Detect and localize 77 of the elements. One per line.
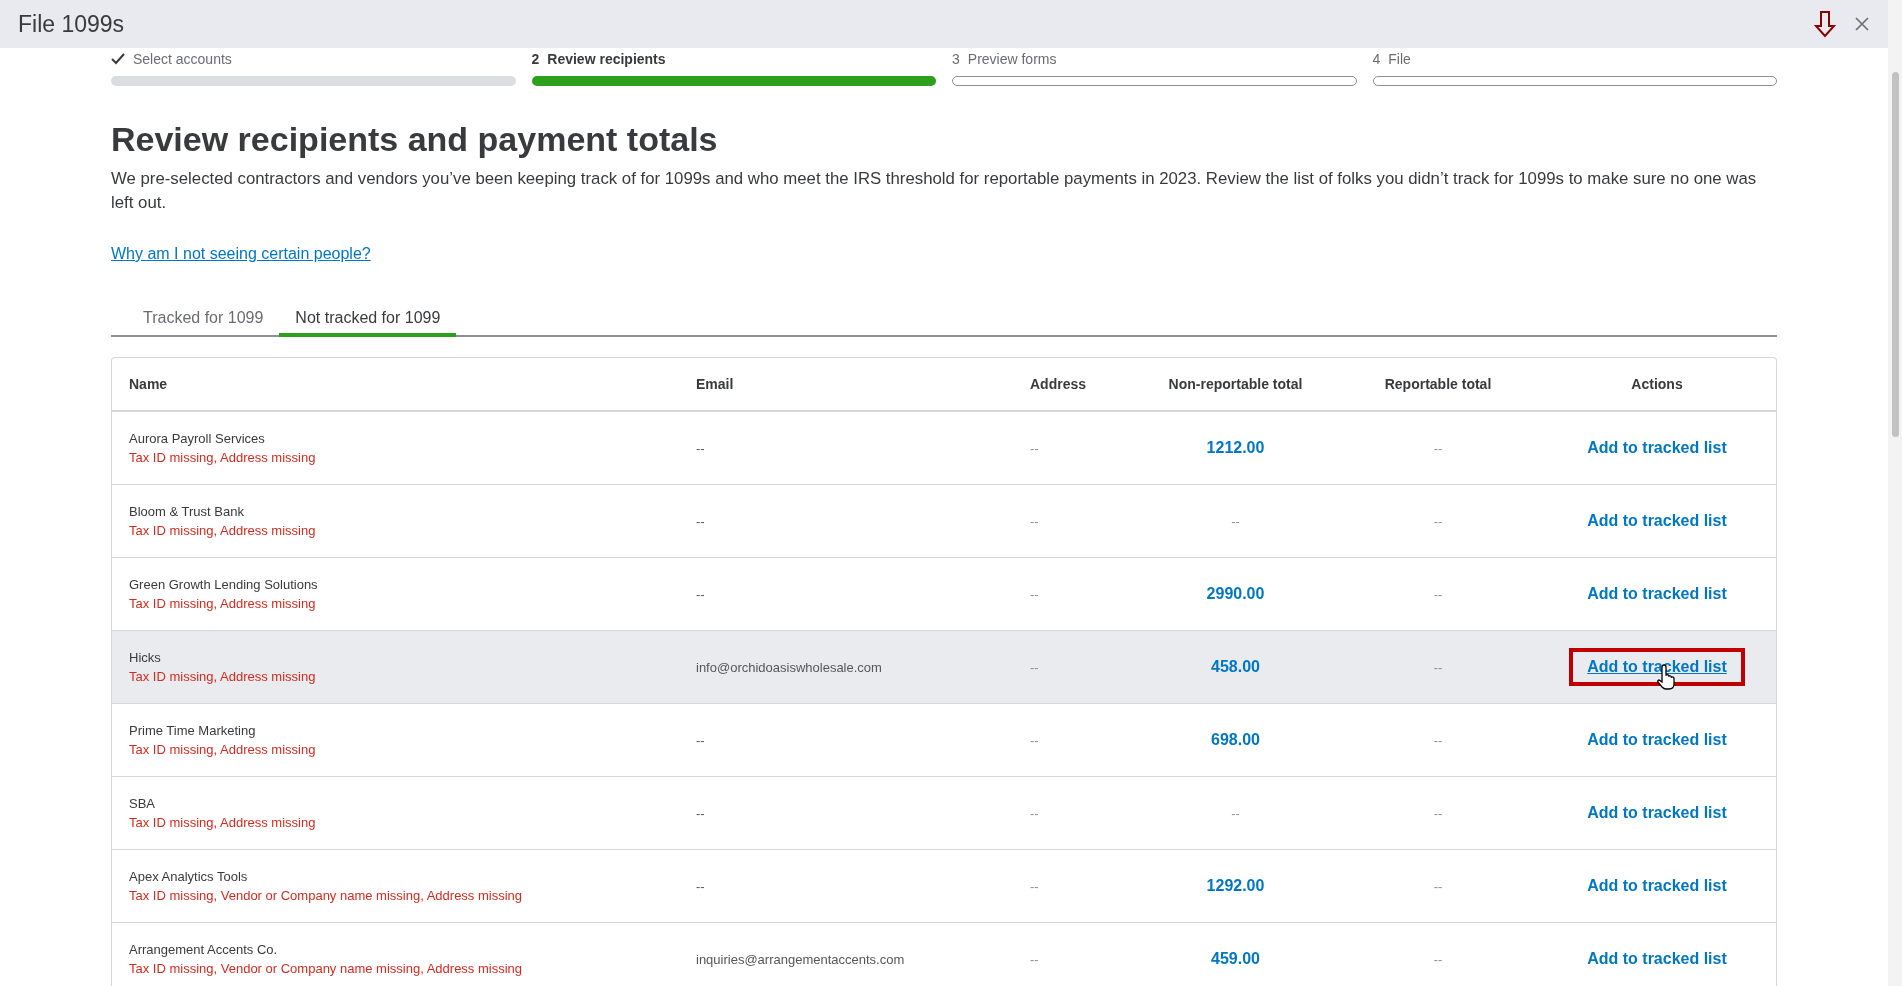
address-cell: -- — [1030, 513, 1039, 529]
email-cell: -- — [696, 878, 705, 894]
add-to-tracked-link[interactable]: Add to tracked list — [1569, 575, 1745, 613]
reportable-cell: -- — [1433, 513, 1443, 529]
add-to-tracked-link[interactable]: Add to tracked list — [1569, 721, 1745, 759]
recipient-name: SBA — [129, 796, 155, 811]
reportable-cell: -- — [1433, 586, 1443, 602]
missing-info-warning: Tax ID missing, Vendor or Company name missing, Address missing — [129, 888, 523, 903]
amount-link[interactable]: 458.00 — [1211, 658, 1260, 676]
email-cell: -- — [696, 513, 705, 529]
column-header: Name — [128, 376, 169, 392]
amount-cell: -- — [1231, 805, 1240, 821]
address-cell: -- — [1030, 805, 1039, 821]
recipient-name: Hicks — [129, 650, 161, 665]
column-header: Non-reportable total — [1167, 376, 1304, 392]
column-header: Reportable total — [1383, 376, 1493, 392]
address-cell: -- — [1030, 440, 1039, 456]
recipient-name: Bloom & Trust Bank — [129, 504, 244, 519]
amount-link[interactable]: 1212.00 — [1206, 439, 1265, 457]
email-cell: -- — [696, 440, 705, 456]
add-to-tracked-link[interactable]: Add to tracked list — [1569, 502, 1745, 540]
close-icon[interactable] — [1854, 16, 1870, 32]
step-label: File — [1388, 51, 1411, 67]
missing-info-warning: Tax ID missing, Vendor or Company name missing, Address missing — [129, 961, 523, 976]
address-cell: -- — [1030, 586, 1039, 602]
missing-info-warning: Tax ID missing, Address missing — [129, 815, 316, 830]
missing-info-warning: Tax ID missing, Address missing — [129, 596, 316, 611]
recipient-name: Apex Analytics Tools — [129, 869, 248, 884]
reportable-cell: -- — [1433, 659, 1443, 675]
download-icon[interactable] — [1814, 10, 1836, 38]
email-cell: inquiries@arrangementaccents.com — [696, 951, 905, 967]
step-label: Review recipients — [547, 51, 666, 67]
missing-info-warning: Tax ID missing, Address missing — [129, 669, 316, 684]
email-cell: -- — [696, 805, 705, 821]
reportable-cell: -- — [1433, 732, 1443, 748]
address-cell: -- — [1030, 659, 1039, 675]
email-cell: -- — [696, 586, 705, 602]
help-link[interactable]: Why am I not seeing certain people? — [111, 245, 371, 263]
reportable-cell: -- — [1433, 878, 1443, 894]
amount-link[interactable]: 459.00 — [1211, 950, 1260, 968]
reportable-cell: -- — [1433, 951, 1443, 967]
add-to-tracked-link[interactable]: Add to tracked list — [1569, 429, 1745, 467]
add-to-tracked-link[interactable]: Add to tracked list — [1569, 867, 1745, 905]
recipient-name: Green Growth Lending Solutions — [129, 577, 318, 592]
email-cell: info@orchidoasiswholesale.com — [696, 659, 882, 675]
missing-info-warning: Tax ID missing, Address missing — [129, 523, 316, 538]
reportable-cell: -- — [1433, 440, 1443, 456]
amount-link[interactable]: 698.00 — [1211, 731, 1260, 749]
window-title: File 1099s — [18, 10, 126, 38]
recipient-name: Arrangement Accents Co. — [129, 942, 278, 957]
address-cell: -- — [1030, 951, 1039, 967]
column-header: Address — [1029, 376, 1088, 392]
step-number: 3 — [952, 51, 960, 67]
add-to-tracked-link[interactable]: Add to tracked list — [1569, 794, 1745, 832]
recipient-name: Aurora Payroll Services — [129, 431, 265, 446]
column-header: Actions — [1630, 376, 1684, 392]
amount-cell: -- — [1231, 513, 1240, 529]
address-cell: -- — [1030, 732, 1039, 748]
tab[interactable]: Tracked for 1099 — [127, 303, 280, 337]
page-heading: Review recipients and payment totals — [111, 120, 719, 159]
address-cell: -- — [1030, 878, 1039, 894]
column-header: Email — [695, 376, 735, 392]
tab[interactable]: Not tracked for 1099 — [279, 303, 457, 337]
recipient-name: Prime Time Marketing — [129, 723, 256, 738]
step-label: Preview forms — [967, 51, 1057, 67]
email-cell: -- — [696, 732, 705, 748]
step-number: 4 — [1372, 51, 1381, 67]
amount-link[interactable]: 1292.00 — [1206, 877, 1265, 895]
amount-link[interactable]: 2990.00 — [1206, 585, 1265, 603]
step-number: 2 — [531, 51, 540, 67]
add-to-tracked-link[interactable]: Add to tracked list — [1569, 940, 1745, 978]
scrollbar-thumb[interactable] — [1891, 72, 1899, 437]
step-label: Select accounts — [133, 51, 232, 67]
description-text: We pre-selected contractors and vendors you’ve been keeping track of for 1099s and who meet the IRS threshold for reportable payments in 2023. Review the list of folks you didn’t track for 1099s to make sure no one was left out. — [111, 168, 1758, 214]
missing-info-warning: Tax ID missing, Address missing — [129, 450, 316, 465]
reportable-cell: -- — [1433, 805, 1443, 821]
missing-info-warning: Tax ID missing, Address missing — [129, 742, 316, 757]
